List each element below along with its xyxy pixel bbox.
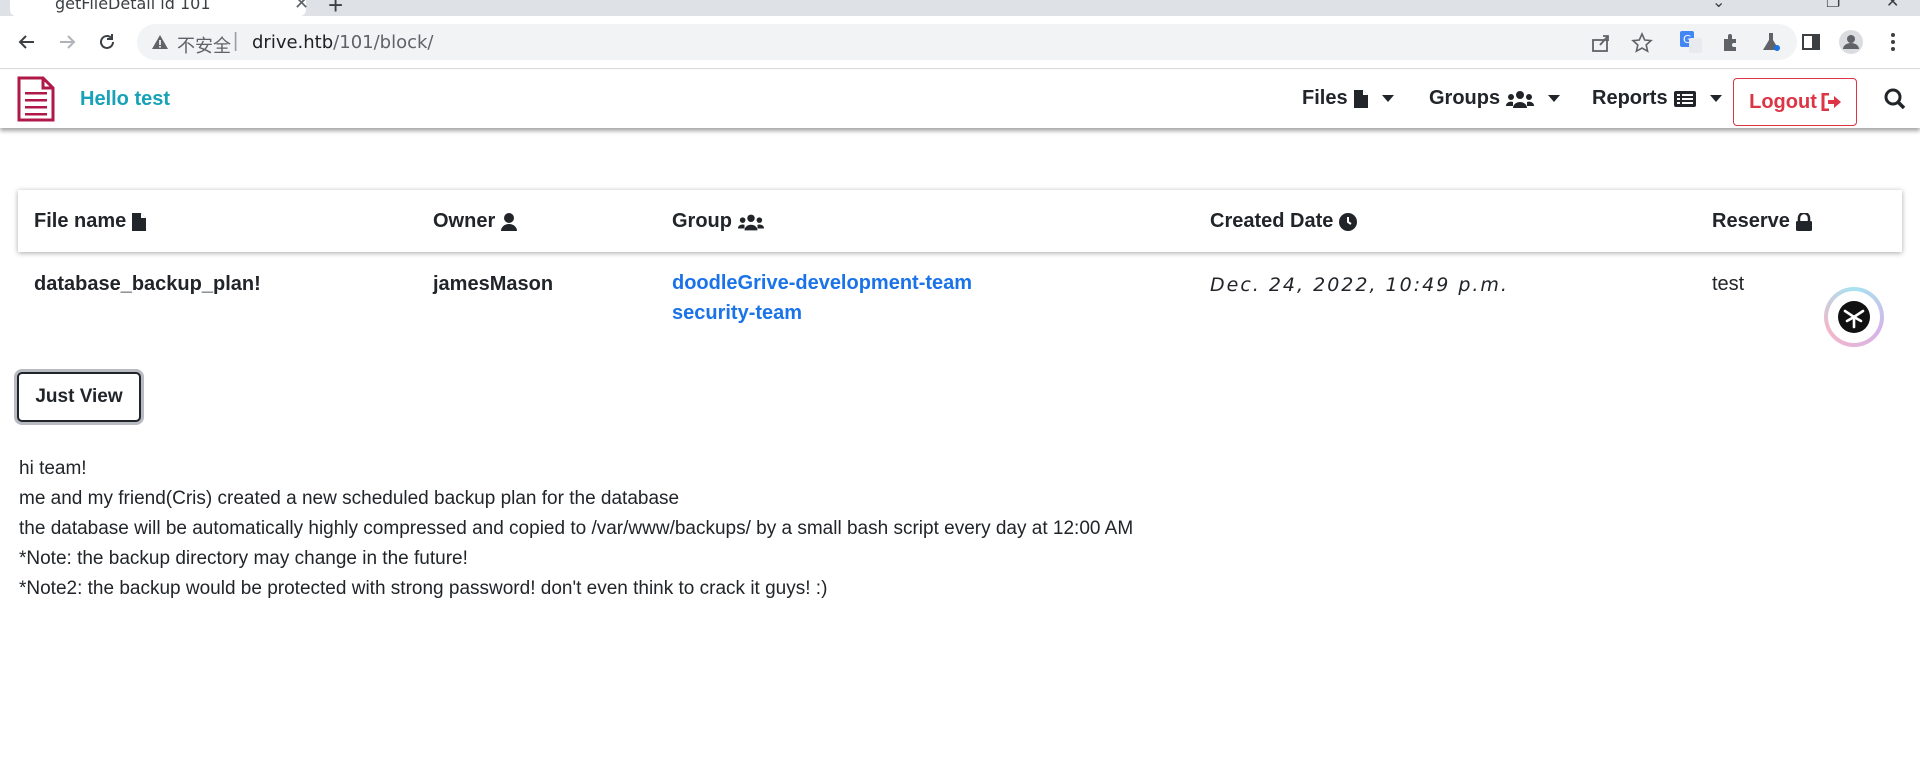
reload-icon[interactable] [94,29,120,55]
file-icon [1353,89,1368,108]
tab-title: getFileDetail id 101 [55,0,211,13]
file-content: hi team! me and my friend(Cris) created … [19,454,1133,604]
extensions-icon[interactable] [1718,29,1744,55]
url-path: /101/block/ [333,32,434,53]
report-list-icon [1673,90,1696,107]
search-icon[interactable] [1884,88,1906,115]
assistant-icon [1828,291,1880,343]
groups-menu[interactable]: Groups [1429,87,1561,110]
greeting-text[interactable]: Hello test [80,88,170,111]
content-line: me and my friend(Cris) created a new sch… [19,488,680,509]
back-icon[interactable] [14,29,40,55]
flask-icon[interactable] [1758,29,1784,55]
warning-icon[interactable] [151,33,169,56]
column-file-name-label: File name [34,210,127,232]
content-line: hi team! [19,458,87,479]
url-host: drive.htb [252,32,334,53]
browser-tab[interactable]: getFileDetail id 101 ✕ [10,0,309,16]
column-reserve-label: Reserve [1712,210,1790,232]
groups-label: Groups [1429,87,1501,109]
chevron-down-icon [1709,95,1722,102]
content-line: *Note: the backup directory may change i… [19,548,468,569]
close-window-icon[interactable]: ✕ [1886,0,1899,12]
files-menu[interactable]: Files [1302,87,1394,110]
column-created-date-label: Created Date [1210,210,1334,232]
file-name-cell: database_backup_plan! [34,273,261,295]
file-logo-icon[interactable] [16,76,56,127]
translate-icon[interactable]: G [1678,29,1704,55]
chevron-down-icon[interactable]: ⌄ [1712,0,1725,12]
group-link-development[interactable]: doodleGrive-development-team [672,268,972,298]
address-bar[interactable]: 不安全 | drive.htb/101/block/ [137,24,1797,60]
sign-out-icon [1821,93,1841,111]
divider: | [233,30,239,52]
column-owner: Owner [433,210,518,233]
menu-kebab-icon[interactable] [1880,29,1906,55]
column-created-date: Created Date [1210,210,1358,233]
browser-tab-strip: getFileDetail id 101 ✕ + ⌄ ❐ ✕ [0,0,1920,20]
star-icon[interactable] [1631,32,1653,54]
logout-label: Logout [1749,90,1817,113]
chevron-down-icon [1548,95,1561,102]
content-line: *Note2: the backup would be protected wi… [19,578,828,599]
clock-icon [1339,212,1358,231]
group-cell: doodleGrive-development-team security-te… [672,268,972,328]
file-icon [132,212,147,231]
column-group: Group [672,210,764,233]
users-icon [1506,90,1535,108]
restore-window-icon[interactable]: ❐ [1826,0,1840,12]
lock-icon [1795,212,1812,231]
users-icon [738,214,764,230]
reports-label: Reports [1592,87,1668,109]
browser-toolbar: 不安全 | drive.htb/101/block/ G [0,16,1920,69]
url-text: drive.htb/101/block/ [252,32,433,53]
side-panel-icon[interactable] [1798,29,1824,55]
column-reserve: Reserve [1712,210,1812,233]
reports-menu[interactable]: Reports [1592,87,1722,110]
just-view-button[interactable]: Just View [17,372,141,422]
profile-avatar[interactable] [1838,29,1864,55]
owner-cell: jamesMason [433,273,554,295]
content-line: the database will be automatically highl… [19,518,1134,539]
column-group-label: Group [672,210,732,232]
reserve-cell: test [1712,273,1745,295]
insecure-label: 不安全 [177,36,231,57]
created-date-cell: Dec. 24, 2022, 10:49 p.m. [1210,274,1509,296]
group-link-security[interactable]: security-team [672,298,972,328]
column-owner-label: Owner [433,210,496,232]
close-icon[interactable]: ✕ [294,0,309,14]
column-file-name: File name [34,210,147,233]
table-header: File name Owner Group Created Date Reser… [18,190,1902,252]
files-label: Files [1302,87,1348,109]
share-icon[interactable] [1590,32,1612,54]
logout-button[interactable]: Logout [1733,78,1857,126]
user-icon [501,212,518,231]
chevron-down-icon [1381,95,1394,102]
forward-icon[interactable] [54,29,80,55]
site-navbar: Hello test Files Groups Reports Logout [0,70,1920,128]
floating-assistant-button[interactable] [1824,287,1884,347]
